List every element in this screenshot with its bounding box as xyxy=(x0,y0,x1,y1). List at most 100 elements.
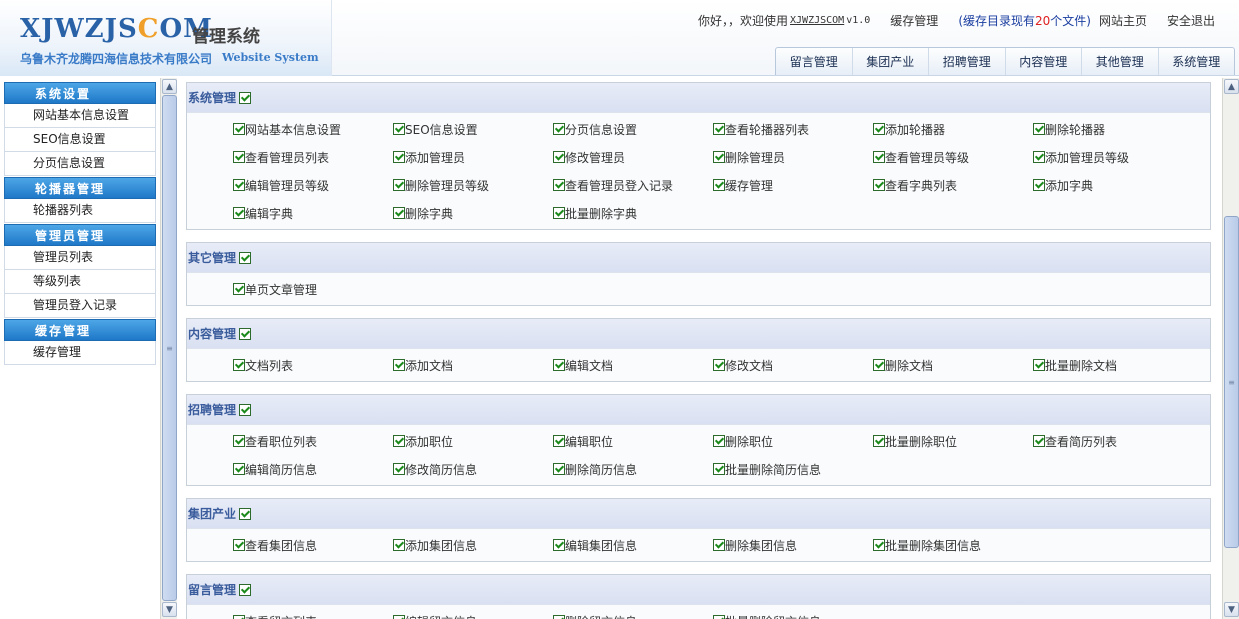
permission-item[interactable]: 编辑简历信息 xyxy=(233,455,393,483)
permission-checkbox[interactable] xyxy=(393,539,405,551)
permission-item[interactable]: 修改管理员 xyxy=(553,143,713,171)
permission-item[interactable]: 查看职位列表 xyxy=(233,427,393,455)
tab-group-industry[interactable]: 集团产业 xyxy=(851,48,929,75)
permission-checkbox[interactable] xyxy=(553,179,565,191)
permission-item[interactable]: 删除文档 xyxy=(873,351,1033,379)
permission-item[interactable]: 添加字典 xyxy=(1033,171,1193,199)
permission-item[interactable]: 查看字典列表 xyxy=(873,171,1033,199)
permission-checkbox[interactable] xyxy=(873,359,885,371)
permission-item[interactable]: 查看简历列表 xyxy=(1033,427,1193,455)
permission-checkbox[interactable] xyxy=(1033,359,1045,371)
permission-checkbox[interactable] xyxy=(393,151,405,163)
cache-manage-link[interactable]: 缓存管理 xyxy=(890,12,938,29)
sidebar-item[interactable]: 分页信息设置 xyxy=(4,152,156,176)
sidebar-item[interactable]: 缓存管理 xyxy=(4,341,156,365)
sidebar-item[interactable]: 管理员登入记录 xyxy=(4,294,156,318)
permission-item[interactable]: 批量删除职位 xyxy=(873,427,1033,455)
chevron-down-icon[interactable]: ▼ xyxy=(1224,602,1239,617)
permission-checkbox[interactable] xyxy=(393,179,405,191)
site-home-link[interactable]: 网站主页 xyxy=(1099,12,1147,29)
permission-checkbox[interactable] xyxy=(873,539,885,551)
section-select-all-checkbox[interactable] xyxy=(239,507,252,520)
permission-checkbox[interactable] xyxy=(393,435,405,447)
section-select-all-checkbox[interactable] xyxy=(239,91,252,104)
permission-item[interactable]: 编辑文档 xyxy=(553,351,713,379)
permission-checkbox[interactable] xyxy=(713,179,725,191)
permission-checkbox[interactable] xyxy=(233,359,245,371)
permission-item[interactable]: 删除简历信息 xyxy=(553,455,713,483)
permission-checkbox[interactable] xyxy=(233,123,245,135)
permission-item[interactable]: 批量删除文档 xyxy=(1033,351,1193,379)
permission-checkbox[interactable] xyxy=(873,179,885,191)
permission-item[interactable]: 删除职位 xyxy=(713,427,873,455)
permission-checkbox[interactable] xyxy=(233,463,245,475)
permission-checkbox[interactable] xyxy=(873,435,885,447)
permission-item[interactable]: 缓存管理 xyxy=(713,171,873,199)
sidebar-group-title[interactable]: 管理员管理 xyxy=(4,224,156,246)
permission-checkbox[interactable] xyxy=(233,179,245,191)
tab-content[interactable]: 内容管理 xyxy=(1004,48,1082,75)
sidebar-item[interactable]: 轮播器列表 xyxy=(4,199,156,223)
tab-system[interactable]: 系统管理 xyxy=(1157,48,1235,75)
permission-checkbox[interactable] xyxy=(713,615,725,619)
tab-other[interactable]: 其他管理 xyxy=(1081,48,1158,75)
section-select-all-checkbox[interactable] xyxy=(239,403,252,416)
permission-checkbox[interactable] xyxy=(713,359,725,371)
permission-checkbox[interactable] xyxy=(393,123,405,135)
permission-item[interactable]: 查看留言列表 xyxy=(233,607,393,619)
section-select-all-checkbox[interactable] xyxy=(239,251,252,264)
permission-item[interactable]: 分页信息设置 xyxy=(553,115,713,143)
permission-checkbox[interactable] xyxy=(233,283,245,295)
permission-checkbox[interactable] xyxy=(393,463,405,475)
sidebar-item[interactable]: 等级列表 xyxy=(4,270,156,294)
permission-checkbox[interactable] xyxy=(1033,151,1045,163)
permission-checkbox[interactable] xyxy=(553,151,565,163)
permission-item[interactable]: 修改文档 xyxy=(713,351,873,379)
permission-checkbox[interactable] xyxy=(553,615,565,619)
sidebar-group-title[interactable]: 系统设置 xyxy=(4,82,156,104)
permission-item[interactable]: 查看管理员列表 xyxy=(233,143,393,171)
permission-checkbox[interactable] xyxy=(553,123,565,135)
permission-checkbox[interactable] xyxy=(1033,179,1045,191)
permission-checkbox[interactable] xyxy=(233,207,245,219)
permission-item[interactable]: 查看轮播器列表 xyxy=(713,115,873,143)
sidebar-item[interactable]: SEO信息设置 xyxy=(4,128,156,152)
permission-checkbox[interactable] xyxy=(553,359,565,371)
permission-item[interactable]: 添加管理员 xyxy=(393,143,553,171)
permission-checkbox[interactable] xyxy=(233,151,245,163)
permission-checkbox[interactable] xyxy=(713,123,725,135)
permission-item[interactable]: 添加轮播器 xyxy=(873,115,1033,143)
permission-item[interactable]: 删除管理员 xyxy=(713,143,873,171)
permission-item[interactable]: 添加职位 xyxy=(393,427,553,455)
sidebar-scrollbar[interactable]: ▲ ≡ ▼ xyxy=(160,78,177,619)
permission-checkbox[interactable] xyxy=(553,435,565,447)
permission-checkbox[interactable] xyxy=(1033,435,1045,447)
permission-item[interactable]: 编辑字典 xyxy=(233,199,393,227)
permission-item[interactable]: 批量删除集团信息 xyxy=(873,531,1033,559)
content-scrollbar[interactable]: ▲ ≡ ▼ xyxy=(1222,78,1239,619)
section-select-all-checkbox[interactable] xyxy=(239,327,252,340)
permission-item[interactable]: 查看集团信息 xyxy=(233,531,393,559)
permission-item[interactable]: 批量删除留言信息 xyxy=(713,607,873,619)
tab-recruitment[interactable]: 招聘管理 xyxy=(928,48,1005,75)
permission-item[interactable]: 编辑集团信息 xyxy=(553,531,713,559)
tab-message[interactable]: 留言管理 xyxy=(776,48,852,75)
permission-item[interactable]: 编辑职位 xyxy=(553,427,713,455)
permission-item[interactable]: 查看管理员等级 xyxy=(873,143,1033,171)
permission-checkbox[interactable] xyxy=(1033,123,1045,135)
scroll-thumb[interactable]: ≡ xyxy=(162,95,177,601)
permission-item[interactable]: 添加文档 xyxy=(393,351,553,379)
permission-checkbox[interactable] xyxy=(713,463,725,475)
scroll-thumb[interactable]: ≡ xyxy=(1224,216,1239,548)
permission-checkbox[interactable] xyxy=(393,615,405,619)
sidebar-item[interactable]: 网站基本信息设置 xyxy=(4,104,156,128)
permission-checkbox[interactable] xyxy=(873,151,885,163)
chevron-up-icon[interactable]: ▲ xyxy=(162,79,177,94)
permission-checkbox[interactable] xyxy=(553,539,565,551)
permission-checkbox[interactable] xyxy=(393,359,405,371)
sidebar-group-title[interactable]: 轮播器管理 xyxy=(4,177,156,199)
chevron-down-icon[interactable]: ▼ xyxy=(162,602,177,617)
logout-link[interactable]: 安全退出 xyxy=(1167,12,1215,29)
permission-item[interactable]: 添加管理员等级 xyxy=(1033,143,1193,171)
permission-item[interactable]: 批量删除字典 xyxy=(553,199,713,227)
